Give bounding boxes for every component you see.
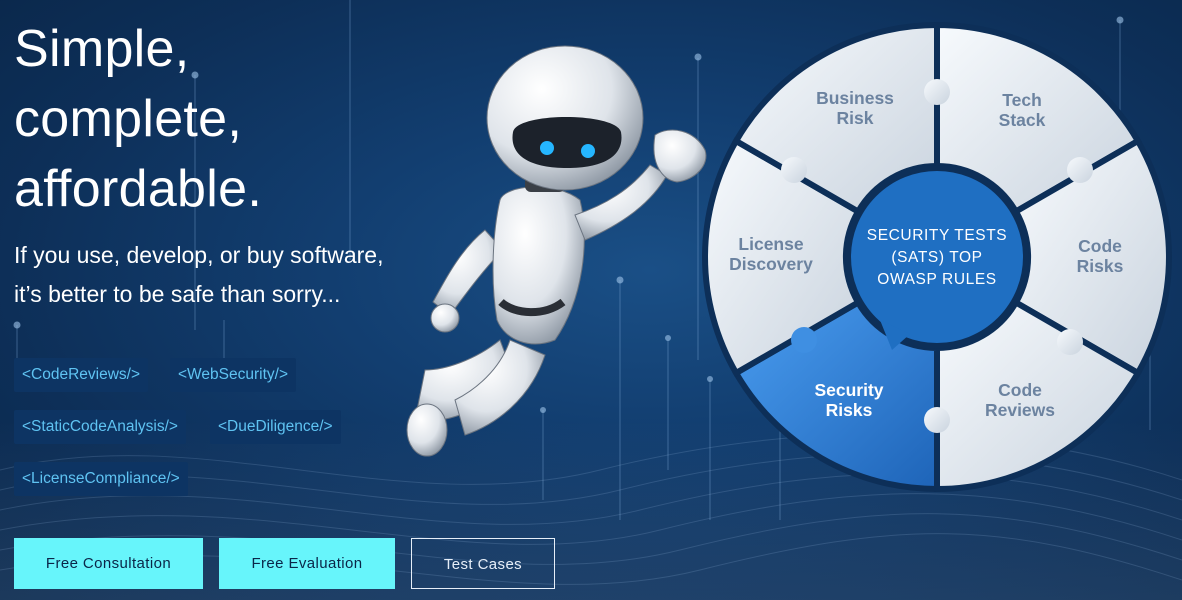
tag-due-diligence[interactable]: <DueDiligence/> [210,410,341,444]
hero-subtitle: If you use, develop, or buy software, it… [14,242,384,307]
test-cases-button[interactable]: Test Cases [411,538,555,589]
segment-label-license-discovery: License Discovery [729,234,813,274]
free-consultation-button[interactable]: Free Consultation [14,538,203,589]
free-evaluation-button[interactable]: Free Evaluation [219,538,395,589]
center-line-2: (SATS) TOP [891,249,982,266]
hero-headline: Simple, complete, affordable. [14,20,263,218]
robot-illustration [406,45,707,457]
tag-web-security[interactable]: <WebSecurity/> [170,358,296,392]
segment-label-tech-stack: Tech Stack [999,90,1046,130]
center-line-1: SECURITY TESTS [867,227,1007,244]
center-line-3: OWASP RULES [877,271,996,288]
tag-static-code-analysis[interactable]: <StaticCodeAnalysis/> [14,410,186,444]
security-wheel: SECURITY TESTS (SATS) TOP OWASP RULES Bu… [702,21,1172,493]
segment-label-code-risks: Code Risks [1077,236,1124,276]
tag-code-reviews[interactable]: <CodeReviews/> [14,358,149,392]
tag-license-compliance[interactable]: <LicenseCompliance/> [14,462,188,496]
